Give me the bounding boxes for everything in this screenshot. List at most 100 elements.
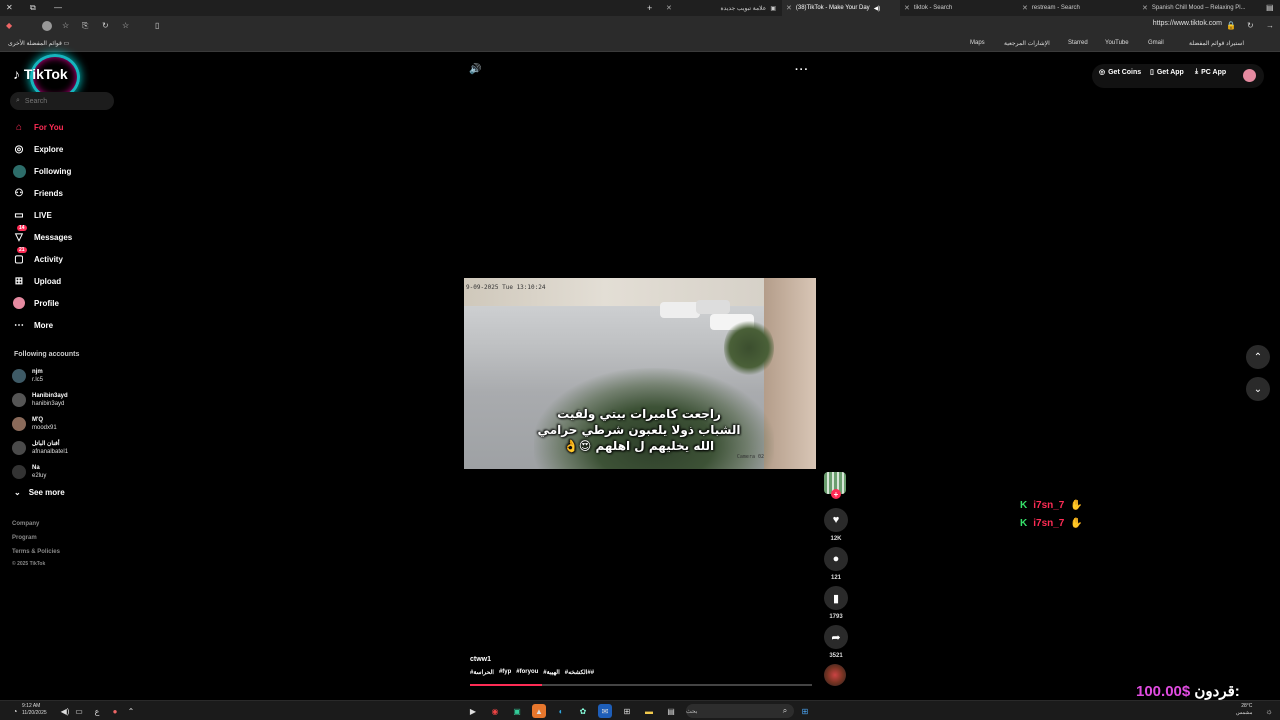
get-app-button[interactable]: ▯ Get App [1150,68,1184,77]
media-player-icon[interactable]: ▶ [466,704,480,718]
outlook-icon[interactable]: ✉ [598,704,612,718]
tab-tiktok-search[interactable]: ✕ tiktok - Search [900,0,1018,16]
refresh-icon[interactable]: ↻ [102,21,109,30]
tab-close-icon[interactable]: ✕ [786,4,792,12]
nav-messages[interactable]: ▽ 14 Messages [12,225,72,244]
bookmark-youtube[interactable]: YouTube [1105,40,1129,46]
nav-explore[interactable]: ◎ Explore [12,142,64,156]
bookmark-gmail[interactable]: Gmail [1148,40,1164,46]
tab-new-tab[interactable]: ✕ علامة تبويب جديدة ▣ [662,0,780,16]
volume-icon[interactable]: 🔊 [469,64,481,75]
next-video-button[interactable]: ⌄ [1246,377,1270,401]
volume-icon[interactable]: ◀) [58,704,72,718]
search-input[interactable]: ⌕ Search [10,92,114,110]
copilot-icon[interactable]: ◆ [6,21,12,30]
folder-icon: ▭ [63,41,70,47]
edge-icon[interactable]: ◐ [554,704,568,718]
share-button[interactable]: ➦ 3521 [823,625,849,659]
nav-upload[interactable]: ⊞ Upload [12,274,61,288]
tab-close-icon[interactable]: ✕ [1142,4,1148,12]
close-window-icon[interactable]: ✕ [6,3,13,12]
hand-wave-icon: ✋ [1070,500,1083,511]
music-disc-icon[interactable] [824,664,846,686]
more-options-icon[interactable]: ··· [795,64,809,76]
tab-restream-search[interactable]: ✕ restream - Search [1018,0,1136,16]
profile-avatar[interactable] [1243,69,1256,82]
hashtag[interactable]: #foryou [516,669,538,676]
reader-icon[interactable]: ▯ [155,21,159,30]
microphone-icon[interactable]: ● [108,704,122,718]
see-more-button[interactable]: ⌄ See more [14,488,65,497]
display-icon[interactable]: ▭ [72,704,86,718]
nav-friends[interactable]: ⚇ Friends [12,186,63,200]
tab-tiktok[interactable]: ✕ (38)TikTok - Make Your Day ◀) [782,0,900,16]
language-icon[interactable]: ع [90,704,104,718]
restore-window-icon[interactable]: ⧉ [30,3,36,13]
following-account[interactable]: njm r.lc5 [12,368,43,384]
comment-button[interactable]: ● 121 [823,547,849,581]
profile-icon[interactable] [42,21,52,31]
footer-terms[interactable]: Terms & Policies [12,549,60,555]
tab-actions-icon[interactable]: ▤ [1266,3,1274,12]
tiktok-logo[interactable]: ♪ TikTok [13,66,68,82]
nav-live[interactable]: ▭ LIVE [12,208,52,222]
file-explorer-icon[interactable]: ▬ [642,704,656,718]
video-author[interactable]: ctww1 [470,656,491,663]
bookmark-references[interactable]: الإشارات المرجعية [1004,40,1050,47]
other-bookmarks[interactable]: قوائم المفضلة الأخرى ▭ [8,40,69,47]
vlc-icon[interactable]: ▲ [532,704,546,718]
minimize-window-icon[interactable]: — [54,3,62,12]
wifi-icon[interactable]: ◔ [8,704,22,718]
bookmark-starred[interactable]: Starred [1068,40,1088,46]
xbox-icon[interactable]: ▣ [510,704,524,718]
reload-icon[interactable]: ↻ [1247,21,1254,30]
star-icon[interactable]: ☆ [122,21,129,30]
collections-icon[interactable]: ⎘ [82,21,88,31]
video-player[interactable]: 9-09-2025 Tue 13:10:24 Camera 02 راجعت ك… [464,278,816,469]
obs-icon[interactable]: ◉ [488,704,502,718]
copilot-icon[interactable]: ✿ [576,704,590,718]
nav-following[interactable]: Following [12,164,71,178]
tab-close-icon[interactable]: ✕ [904,4,910,12]
like-button[interactable]: ♥ 12K [823,508,849,542]
url-field[interactable]: https://www.tiktok.com [1153,20,1222,27]
forward-icon[interactable]: → [1266,21,1274,30]
store-icon[interactable]: ⊞ [620,704,634,718]
following-account[interactable]: M'Q moodx91 [12,416,57,432]
search-icon[interactable]: ⌕ [778,704,792,718]
hashtag[interactable]: #fyp [499,669,511,676]
footer-program[interactable]: Program [12,535,37,541]
new-tab-icon[interactable]: + [647,3,652,13]
nav-for-you[interactable]: ⌂ For You [12,120,64,134]
hashtag[interactable]: #الحراسة [470,669,494,676]
tab-close-icon[interactable]: ✕ [666,4,672,12]
follow-plus-icon[interactable]: + [831,489,841,499]
save-button[interactable]: ▮ 1793 [823,586,849,620]
nav-more[interactable]: ⋯ More [12,318,53,332]
clock[interactable]: 9:12 AM 11/20/2025 [22,703,47,717]
following-account[interactable]: Na e2luy [12,464,46,480]
chevron-up-icon[interactable]: ⌃ [124,704,138,718]
favorites-icon[interactable]: ☆ [62,21,69,30]
video-progress-bar[interactable] [470,684,812,686]
following-account[interactable]: أفنان الباتل afnanalbatel1 [12,440,68,456]
previous-video-button[interactable]: ⌃ [1246,345,1270,369]
video-palm [724,318,774,378]
following-account[interactable]: Hanibin3ayd hanibin3ayd [12,392,68,408]
pc-app-button[interactable]: ⤓ PC App [1195,68,1226,76]
nav-activity[interactable]: ▢ 21 Activity [12,247,63,266]
hashtag[interactable]: #الهيبة [543,669,559,676]
task-view-icon[interactable]: ▤ [664,704,678,718]
bookmark-maps[interactable]: Maps [970,40,985,46]
hashtag[interactable]: #الكشخه## [565,669,594,676]
tab-close-icon[interactable]: ✕ [1022,4,1028,12]
bookmark-import[interactable]: استيراد قوائم المفضلة [1189,40,1244,47]
get-coins-button[interactable]: ◎ Get Coins [1099,68,1141,77]
weather-widget[interactable]: 28°C مشمس [1236,703,1252,717]
chat-message: K i7sn_7 ✋ [1020,518,1083,529]
nav-profile[interactable]: Profile [12,296,59,310]
speaker-icon[interactable]: ◀) [874,5,881,12]
tab-spanish-chill[interactable]: ✕ Spanish Chill Mood – Relaxing Pl... [1138,0,1260,16]
footer-company[interactable]: Company [12,521,39,527]
windows-start-icon[interactable]: ⊞ [798,704,812,718]
